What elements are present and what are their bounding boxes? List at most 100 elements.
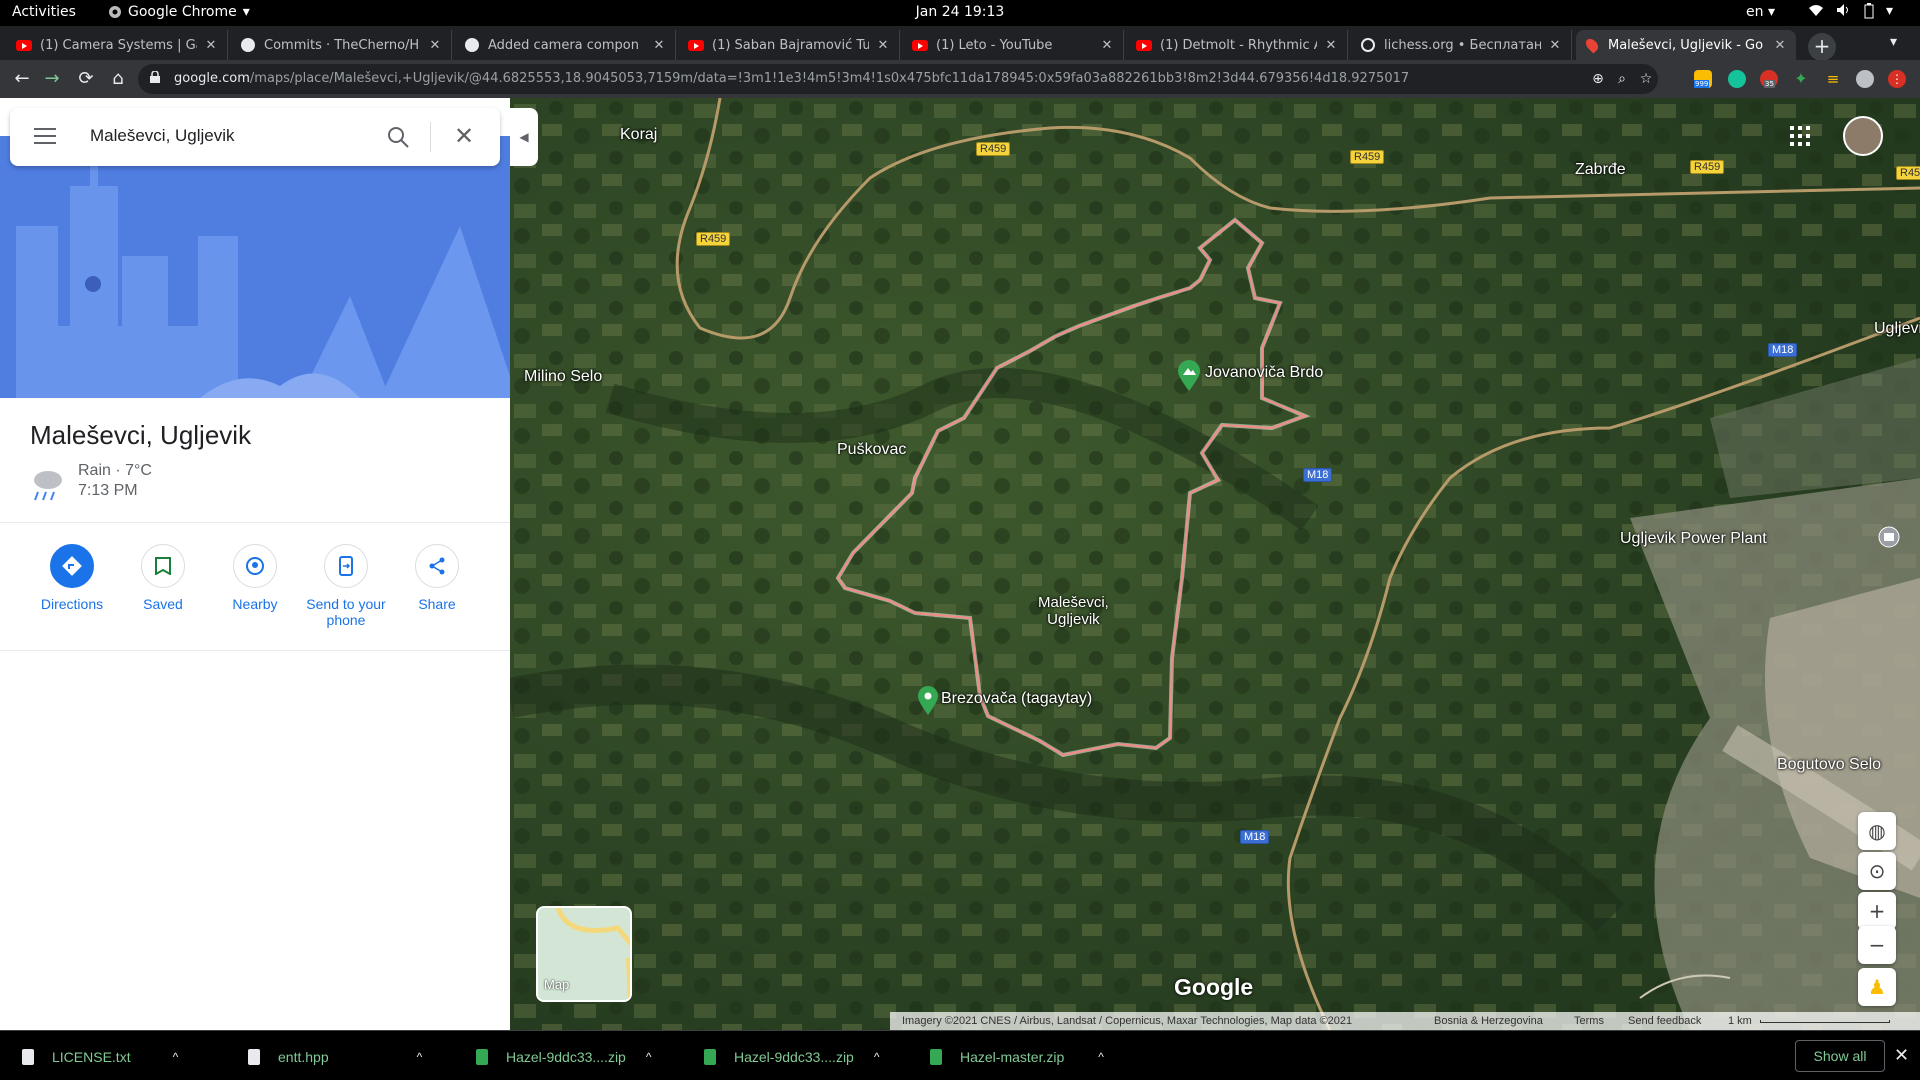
tab[interactable]: lichess.org • Бесплатан ✕	[1352, 30, 1572, 60]
nearby-label: Nearby	[232, 596, 278, 612]
reading-list-icon[interactable]: ≡	[1824, 70, 1842, 88]
extension-badge: 35	[1764, 80, 1775, 88]
map-attribution-bar: Imagery ©2021 CNES / Airbus, Landsat / C…	[890, 1012, 1920, 1030]
tab[interactable]: Commits · TheCherno/H ✕	[232, 30, 452, 60]
url-text[interactable]: google.com/maps/place/Maleševci,+Ugljevi…	[174, 71, 1409, 86]
divider	[0, 522, 510, 523]
map-layer-toggle[interactable]: Map	[536, 906, 632, 1002]
github-icon	[464, 37, 480, 53]
download-item[interactable]: entt.hpp ^	[248, 1043, 422, 1071]
mail-extension-icon[interactable]: 999	[1694, 70, 1712, 88]
close-icon[interactable]: ✕	[1099, 38, 1115, 53]
close-icon[interactable]: ✕	[1772, 38, 1788, 53]
close-icon[interactable]: ✕	[1547, 38, 1563, 53]
google-apps-icon[interactable]	[1790, 126, 1810, 150]
back-button[interactable]: ←	[10, 67, 34, 91]
share-button[interactable]: Share	[387, 544, 487, 612]
close-icon[interactable]: ✕	[454, 124, 474, 148]
poi-jovanovica-brdo[interactable]: Jovanoviča Brdo	[1177, 360, 1323, 396]
satellite-map[interactable]: Koraj Zabrđe Milino Selo Puškovac Ugljev…	[510, 98, 1920, 1030]
close-icon[interactable]: ✕	[875, 38, 891, 53]
send-to-phone-button[interactable]: Send to your phone	[296, 544, 396, 628]
phone-icon	[339, 556, 353, 576]
show-all-downloads-button[interactable]: Show all	[1795, 1040, 1885, 1072]
city-illustration	[0, 136, 510, 398]
tab-search-icon[interactable]: ▾	[1890, 34, 1897, 50]
zip-file-icon	[930, 1049, 942, 1065]
terms-link[interactable]: Terms	[1574, 1015, 1604, 1027]
close-icon[interactable]: ✕	[651, 38, 667, 53]
menu-icon[interactable]	[34, 128, 56, 144]
clock[interactable]: Jan 24 19:13	[916, 4, 1005, 20]
country-label[interactable]: Bosnia & Herzegovina	[1434, 1015, 1543, 1027]
zoom-icon[interactable]: ⌕	[1614, 71, 1630, 87]
pegman-icon[interactable]: ♟	[1858, 968, 1896, 1006]
chevron-up-icon[interactable]: ^	[417, 1050, 423, 1064]
search-input[interactable]: Maleševci, Ugljevik	[90, 126, 235, 146]
divider	[0, 650, 510, 651]
close-icon[interactable]: ✕	[427, 38, 443, 53]
account-avatar[interactable]	[1843, 116, 1883, 156]
tab[interactable]: (1) Šaban Bajramović Tu ✕	[680, 30, 900, 60]
close-icon[interactable]: ✕	[203, 38, 219, 53]
close-icon[interactable]: ✕	[1323, 38, 1339, 53]
map-label-malesevci[interactable]: Maleševci, Ugljevik	[1038, 594, 1109, 628]
map-label-koraj[interactable]: Koraj	[620, 126, 657, 144]
profile-avatar[interactable]	[1856, 70, 1874, 88]
language-indicator[interactable]: en ▾	[1746, 4, 1775, 20]
poi-power-plant[interactable]: Ugljevik Power Plant	[1620, 526, 1900, 548]
extension-red-icon[interactable]: 35	[1760, 70, 1778, 88]
my-location-icon[interactable]: ⊙	[1858, 852, 1896, 890]
download-item[interactable]: Hazel-master.zip ^	[930, 1043, 1104, 1071]
youtube-icon	[688, 37, 704, 53]
map-label-milino-selo[interactable]: Milino Selo	[524, 368, 602, 386]
tab[interactable]: (1) Leto - YouTube ✕	[904, 30, 1124, 60]
tab[interactable]: Added camera compon ✕	[456, 30, 676, 60]
save-button[interactable]: Saved	[113, 544, 213, 612]
tab[interactable]: (1) Camera Systems | Ga ✕	[8, 30, 228, 60]
collapse-panel-button[interactable]: ◀	[510, 108, 538, 166]
install-icon[interactable]: ⊕	[1590, 71, 1606, 87]
zoom-in-button[interactable]: +	[1858, 892, 1896, 930]
map-label-puskovac[interactable]: Puškovac	[837, 441, 906, 459]
scale-label[interactable]: 1 km	[1728, 1015, 1752, 1027]
search-box[interactable]: Maleševci, Ugljevik ✕	[10, 108, 500, 166]
road-sign-r459: R459	[1690, 160, 1725, 174]
forward-button[interactable]: →	[40, 67, 64, 91]
app-menu[interactable]: Google Chrome ▾	[108, 4, 250, 20]
tab-title: Maleševci, Ugljevik - Go	[1608, 37, 1764, 53]
map-label-bogutovo-selo[interactable]: Bogutovo Selo	[1777, 756, 1881, 774]
close-icon[interactable]: ✕	[1894, 1045, 1909, 1066]
reload-button[interactable]: ⟳	[74, 67, 98, 91]
download-item[interactable]: LICENSE.txt ^	[22, 1043, 178, 1071]
map-label-zabrdje[interactable]: Zabrđe	[1575, 161, 1626, 179]
update-menu-icon[interactable]: ⋮	[1888, 70, 1906, 88]
map-label-ugljevik[interactable]: Ugljevi	[1874, 320, 1920, 338]
nearby-button[interactable]: Nearby	[205, 544, 305, 612]
poi-brezovaca[interactable]: Brezovača (tagaytay)	[917, 686, 1092, 720]
directions-button[interactable]: Directions	[22, 544, 122, 612]
activities-button[interactable]: Activities	[12, 4, 76, 20]
tab[interactable]: (1) Detmolt - Rhythmic A ✕	[1128, 30, 1348, 60]
grammarly-icon[interactable]	[1728, 70, 1746, 88]
volume-icon	[1837, 4, 1848, 16]
chevron-up-icon[interactable]: ^	[646, 1050, 652, 1064]
system-status-area[interactable]: ▾	[1808, 3, 1893, 19]
chevron-up-icon[interactable]: ^	[173, 1050, 179, 1064]
language-label: en	[1746, 4, 1764, 20]
home-button[interactable]: ⌂	[106, 67, 130, 91]
bookmark-star-icon[interactable]: ☆	[1638, 71, 1654, 87]
google-logo: Google	[1174, 974, 1254, 1000]
chevron-up-icon[interactable]: ^	[874, 1050, 880, 1064]
download-item[interactable]: Hazel-9ddc33....zip ^	[476, 1043, 651, 1071]
tab-active[interactable]: Maleševci, Ugljevik - Go ✕	[1576, 30, 1796, 60]
zoom-out-button[interactable]: −	[1858, 926, 1896, 964]
address-bar[interactable]: google.com/maps/place/Maleševci,+Ugljevi…	[138, 64, 1658, 94]
search-icon[interactable]	[386, 125, 410, 149]
new-tab-button[interactable]: +	[1808, 33, 1836, 61]
puzzle-extension-icon[interactable]: ✦	[1792, 70, 1810, 88]
chevron-up-icon[interactable]: ^	[1098, 1050, 1104, 1064]
send-feedback-link[interactable]: Send feedback	[1628, 1015, 1701, 1027]
download-item[interactable]: Hazel-9ddc33....zip ^	[704, 1043, 879, 1071]
globe-view-icon[interactable]: ◍	[1858, 812, 1896, 850]
